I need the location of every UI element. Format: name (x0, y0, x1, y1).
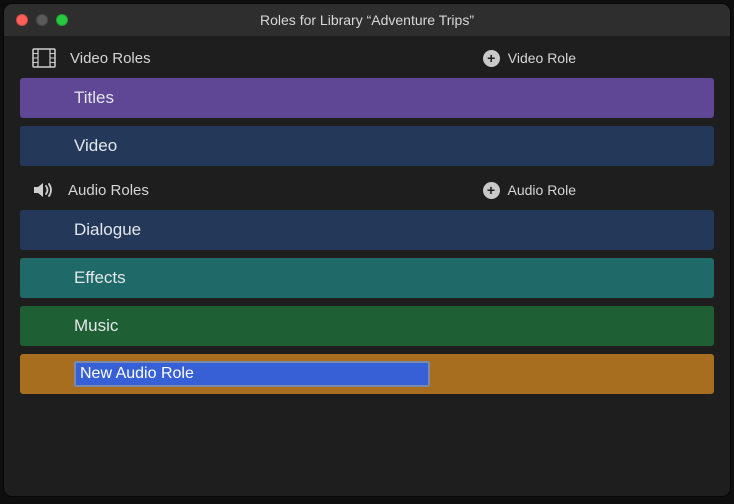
add-video-role-label: Video Role (508, 50, 576, 66)
role-label: Video (74, 136, 117, 156)
zoom-button[interactable] (56, 14, 68, 26)
new-role-name-input[interactable] (74, 361, 430, 387)
role-label: Effects (74, 268, 126, 288)
role-row-video[interactable]: Video (20, 126, 714, 166)
role-label: Music (74, 316, 118, 336)
video-roles-label: Video Roles (70, 50, 151, 67)
role-row-new-audio[interactable] (20, 354, 714, 394)
roles-editor-window: Roles for Library “Adventure Trips” Vide… (4, 4, 730, 496)
add-video-role-button[interactable]: + Video Role (483, 50, 716, 67)
audio-roles-label: Audio Roles (68, 182, 149, 199)
role-label: Titles (74, 88, 114, 108)
role-label: Dialogue (74, 220, 141, 240)
audio-roles-list: Dialogue Effects Music (4, 210, 730, 394)
minimize-button[interactable] (36, 14, 48, 26)
window-title: Roles for Library “Adventure Trips” (4, 12, 730, 28)
content-area: Video Roles + Video Role Titles Video (4, 36, 730, 394)
plus-icon: + (483, 182, 500, 199)
role-row-dialogue[interactable]: Dialogue (20, 210, 714, 250)
close-button[interactable] (16, 14, 28, 26)
titlebar: Roles for Library “Adventure Trips” (4, 4, 730, 36)
window-controls (4, 14, 68, 26)
add-audio-role-label: Audio Role (508, 182, 577, 198)
add-audio-role-button[interactable]: + Audio Role (483, 182, 717, 199)
role-row-music[interactable]: Music (20, 306, 714, 346)
role-row-titles[interactable]: Titles (20, 78, 714, 118)
video-roles-header: Video Roles + Video Role (4, 38, 730, 78)
audio-roles-header: Audio Roles + Audio Role (4, 170, 730, 210)
plus-icon: + (483, 50, 500, 67)
role-row-effects[interactable]: Effects (20, 258, 714, 298)
filmstrip-icon (32, 48, 56, 68)
speaker-icon (32, 181, 54, 199)
video-roles-list: Titles Video (4, 78, 730, 166)
